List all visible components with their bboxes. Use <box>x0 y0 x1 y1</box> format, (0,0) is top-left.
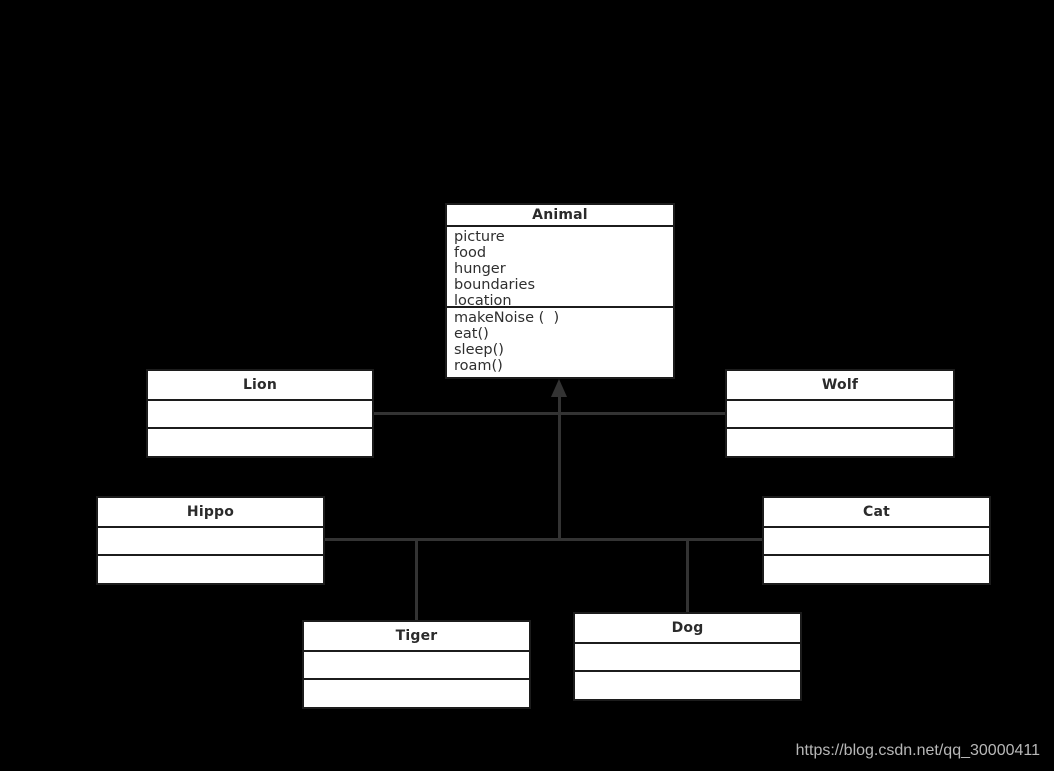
uml-diagram-canvas: Animal picture food hunger boundaries lo… <box>0 0 1054 771</box>
attribute-item: food <box>454 245 487 261</box>
uml-class-tiger[interactable]: Tiger <box>302 620 531 709</box>
uml-class-animal-title: Animal <box>532 207 588 223</box>
attribute-item: hunger <box>454 261 506 277</box>
uml-class-wolf[interactable]: Wolf <box>725 369 955 458</box>
uml-class-lion[interactable]: Lion <box>146 369 374 458</box>
uml-class-animal-operations: makeNoise ( ) eat() sleep() roam() <box>447 306 673 377</box>
uml-class-dog-title: Dog <box>671 619 704 636</box>
uml-class-animal[interactable]: Animal picture food hunger boundaries lo… <box>445 203 675 379</box>
uml-class-cat-title: Cat <box>862 503 890 520</box>
connector-central-spine <box>558 392 561 541</box>
operation-item: roam() <box>454 358 503 374</box>
uml-class-dog-attributes <box>575 641 800 671</box>
uml-class-hippo-operations <box>98 554 323 583</box>
watermark-text: https://blog.csdn.net/qq_30000411 <box>795 742 1040 759</box>
uml-class-wolf-operations <box>727 427 953 456</box>
uml-class-cat-operations <box>764 554 989 583</box>
uml-class-dog[interactable]: Dog <box>573 612 802 701</box>
uml-class-animal-attributes: picture food hunger boundaries location <box>447 225 673 309</box>
uml-class-hippo-attributes <box>98 525 323 555</box>
uml-class-wolf-attributes <box>727 398 953 428</box>
uml-class-tiger-operations <box>304 678 529 707</box>
operation-item: makeNoise ( ) <box>454 310 560 326</box>
uml-class-hippo-title: Hippo <box>186 503 235 520</box>
inheritance-arrow-icon <box>551 379 567 397</box>
uml-class-wolf-title: Wolf <box>821 376 859 393</box>
uml-class-lion-title: Lion <box>242 376 278 393</box>
operation-item: eat() <box>454 326 489 342</box>
operation-item: sleep() <box>454 342 504 358</box>
connector-drop-dog <box>686 538 689 613</box>
uml-class-lion-attributes <box>148 398 372 428</box>
uml-class-hippo[interactable]: Hippo <box>96 496 325 585</box>
connector-upper-bus <box>374 412 725 415</box>
connector-drop-tiger <box>415 538 418 621</box>
uml-class-cat-attributes <box>764 525 989 555</box>
uml-class-tiger-title: Tiger <box>395 627 438 644</box>
attribute-item: boundaries <box>454 277 536 293</box>
attribute-item: picture <box>454 229 505 245</box>
connector-lower-bus <box>325 538 762 541</box>
uml-class-tiger-attributes <box>304 649 529 679</box>
uml-class-lion-operations <box>148 427 372 456</box>
uml-class-cat[interactable]: Cat <box>762 496 991 585</box>
uml-class-dog-operations <box>575 670 800 699</box>
